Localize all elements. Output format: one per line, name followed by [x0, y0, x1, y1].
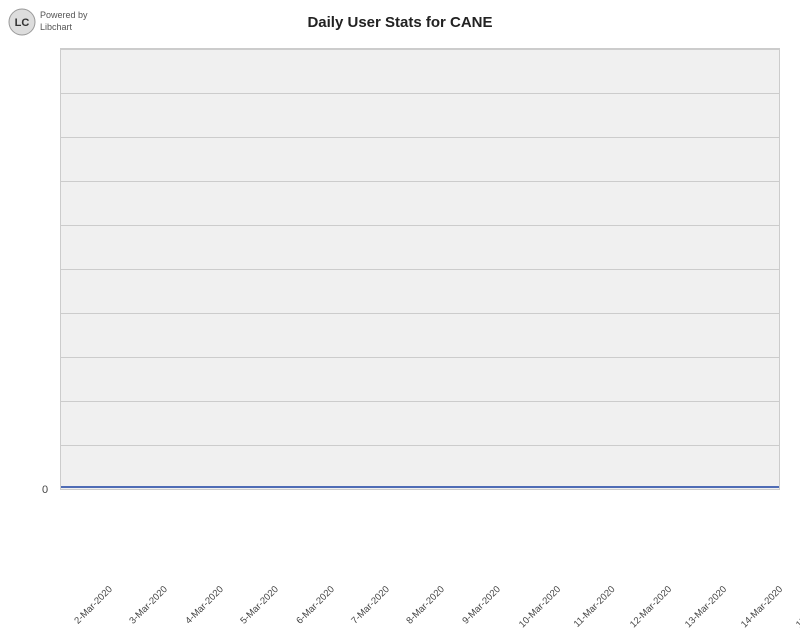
x-axis-label: 5-Mar-2020 [239, 584, 282, 627]
grid-line [61, 445, 779, 446]
x-axis-label: 11-Mar-2020 [572, 584, 618, 630]
x-axis-label: 10-Mar-2020 [517, 584, 563, 630]
y-axis-zero-label: 0 [42, 484, 48, 496]
grid-line [61, 357, 779, 358]
grid-line [61, 93, 779, 94]
grid-line [61, 401, 779, 402]
chart-title: Daily User Stats for CANE [0, 14, 800, 31]
x-axis: 2-Mar-20203-Mar-20204-Mar-20205-Mar-2020… [60, 490, 780, 600]
x-axis-label: 15-Mar-2020 [794, 584, 800, 630]
x-axis-label: 4-Mar-2020 [183, 584, 226, 627]
x-axis-label: 7-Mar-2020 [349, 584, 392, 627]
x-axis-label: 6-Mar-2020 [294, 584, 337, 627]
data-line [61, 486, 779, 488]
x-axis-label: 14-Mar-2020 [739, 584, 785, 630]
x-axis-label: 2-Mar-2020 [72, 584, 115, 627]
x-axis-label: 13-Mar-2020 [683, 584, 729, 630]
grid-line [61, 181, 779, 182]
grid-line [61, 313, 779, 314]
x-axis-label: 8-Mar-2020 [405, 584, 448, 627]
x-axis-label: 9-Mar-2020 [460, 584, 503, 627]
grid-line [61, 225, 779, 226]
grid-line [61, 137, 779, 138]
chart-container: LC Powered by Libchart Daily User Stats … [0, 0, 800, 600]
x-axis-label: 3-Mar-2020 [128, 584, 171, 627]
grid-line [61, 49, 779, 50]
chart-plot-area [60, 48, 780, 490]
x-axis-label: 12-Mar-2020 [628, 584, 674, 630]
grid-line [61, 269, 779, 270]
